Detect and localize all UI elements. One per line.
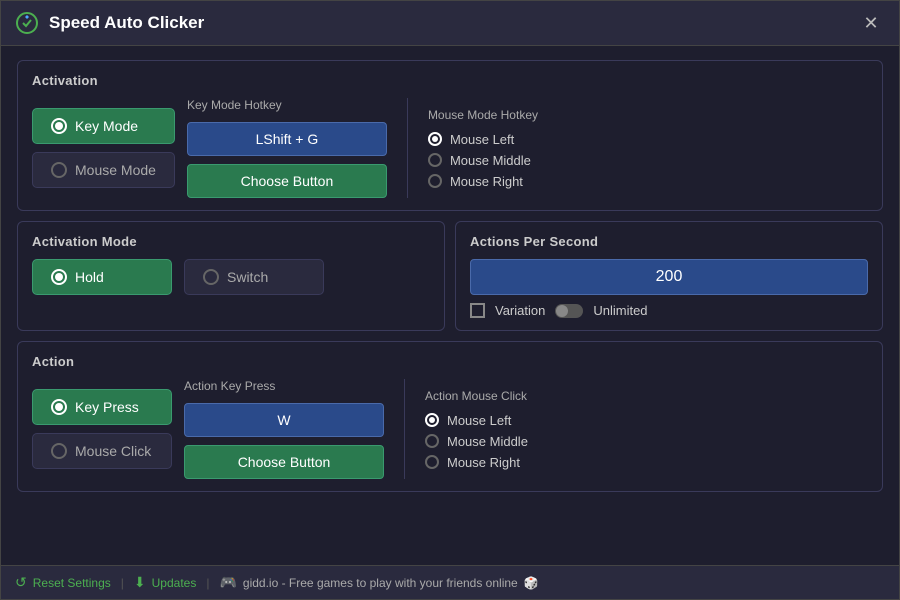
aps-label: Actions Per Second xyxy=(470,234,868,249)
action-row: Key Press Mouse Click Action Key Press W… xyxy=(32,379,868,479)
variation-label: Variation xyxy=(495,303,545,318)
mouse-hotkey-label: Mouse Mode Hotkey xyxy=(428,108,538,122)
aps-group: 200 Variation Unlimited xyxy=(470,259,868,318)
content-area: Activation Key Mode Mouse Mode Key Mode … xyxy=(1,46,899,565)
mouse-middle-option[interactable]: Mouse Middle xyxy=(428,153,538,168)
close-button[interactable]: ✕ xyxy=(857,9,885,37)
app-icon xyxy=(15,11,39,35)
hold-switch-row: Hold Switch xyxy=(32,259,430,295)
activation-row: Key Mode Mouse Mode Key Mode Hotkey LShi… xyxy=(32,98,868,198)
hotkey-choose-button[interactable]: Choose Button xyxy=(187,164,387,198)
activation-mode-section: Activation Mode Hold Switch xyxy=(17,221,445,331)
promo-icon: 🎮 xyxy=(219,574,236,591)
switch-radio xyxy=(203,269,219,285)
reset-icon: ↺ xyxy=(15,574,27,591)
action-mouse-right-radio xyxy=(425,455,439,469)
action-mouse-group: Action Mouse Click Mouse Left Mouse Midd… xyxy=(425,389,528,470)
hotkey-label: Key Mode Hotkey xyxy=(187,98,387,112)
action-mouse-left-label: Mouse Left xyxy=(447,413,511,428)
window-title: Speed Auto Clicker xyxy=(49,13,847,33)
activation-label: Activation xyxy=(32,73,868,88)
key-mode-button[interactable]: Key Mode xyxy=(32,108,175,144)
hold-label: Hold xyxy=(75,269,104,285)
action-section: Action Key Press Mouse Click Action Key … xyxy=(17,341,883,492)
mouse-click-button[interactable]: Mouse Click xyxy=(32,433,172,469)
main-window: Speed Auto Clicker ✕ Activation Key Mode… xyxy=(0,0,900,600)
action-mouse-middle-option[interactable]: Mouse Middle xyxy=(425,434,528,449)
hotkey-group: Key Mode Hotkey LShift + G Choose Button xyxy=(187,98,387,198)
unlimited-toggle[interactable] xyxy=(555,304,583,318)
mouse-mode-label: Mouse Mode xyxy=(75,162,156,178)
mouse-click-label: Mouse Click xyxy=(75,443,151,459)
mouse-right-radio xyxy=(428,174,442,188)
mouse-left-label: Mouse Left xyxy=(450,132,514,147)
action-key-group: Action Key Press W Choose Button xyxy=(184,379,384,479)
mouse-right-label: Mouse Right xyxy=(450,174,523,189)
statusbar: ↺ Reset Settings | ⬇ Updates | 🎮 gidd.io… xyxy=(1,565,899,599)
switch-label: Switch xyxy=(227,269,268,285)
mouse-hotkey-group: Mouse Mode Hotkey Mouse Left Mouse Middl… xyxy=(428,108,538,189)
sep-2: | xyxy=(206,576,209,590)
action-mouse-right-label: Mouse Right xyxy=(447,455,520,470)
sep-1: | xyxy=(121,576,124,590)
action-mouse-middle-label: Mouse Middle xyxy=(447,434,528,449)
key-mode-label: Key Mode xyxy=(75,118,138,134)
action-type-group: Key Press Mouse Click xyxy=(32,389,172,469)
key-mode-radio xyxy=(51,118,67,134)
updates-link[interactable]: Updates xyxy=(152,576,197,590)
activation-mode-group: Key Mode Mouse Mode xyxy=(32,108,175,188)
hold-button[interactable]: Hold xyxy=(32,259,172,295)
mouse-left-radio xyxy=(428,132,442,146)
hold-radio xyxy=(51,269,67,285)
activation-section: Activation Key Mode Mouse Mode Key Mode … xyxy=(17,60,883,211)
middle-row: Activation Mode Hold Switch Actions Per … xyxy=(17,221,883,331)
aps-input[interactable]: 200 xyxy=(470,259,868,295)
action-choose-button[interactable]: Choose Button xyxy=(184,445,384,479)
titlebar: Speed Auto Clicker ✕ xyxy=(1,1,899,46)
mouse-right-option[interactable]: Mouse Right xyxy=(428,174,538,189)
promo-text[interactable]: gidd.io - Free games to play with your f… xyxy=(243,576,518,590)
action-mouse-options: Mouse Left Mouse Middle Mouse Right xyxy=(425,413,528,470)
action-label: Action xyxy=(32,354,868,369)
divider-2 xyxy=(404,379,405,479)
action-mouse-label: Action Mouse Click xyxy=(425,389,528,403)
key-press-button[interactable]: Key Press xyxy=(32,389,172,425)
unlimited-label: Unlimited xyxy=(593,303,647,318)
activation-mode-label: Activation Mode xyxy=(32,234,430,249)
mouse-middle-radio xyxy=(428,153,442,167)
mouse-options: Mouse Left Mouse Middle Mouse Right xyxy=(428,132,538,189)
action-mouse-right-option[interactable]: Mouse Right xyxy=(425,455,528,470)
action-key-label: Action Key Press xyxy=(184,379,384,393)
hotkey-input[interactable]: LShift + G xyxy=(187,122,387,156)
key-press-radio xyxy=(51,399,67,415)
mouse-mode-button[interactable]: Mouse Mode xyxy=(32,152,175,188)
mouse-click-radio xyxy=(51,443,67,459)
action-key-input[interactable]: W xyxy=(184,403,384,437)
mouse-left-option[interactable]: Mouse Left xyxy=(428,132,538,147)
variation-checkbox[interactable] xyxy=(470,303,485,318)
reset-settings-link[interactable]: Reset Settings xyxy=(33,576,111,590)
action-mouse-middle-radio xyxy=(425,434,439,448)
aps-section: Actions Per Second 200 Variation Unlimit… xyxy=(455,221,883,331)
key-press-label: Key Press xyxy=(75,399,139,415)
mouse-middle-label: Mouse Middle xyxy=(450,153,531,168)
action-mouse-left-radio xyxy=(425,413,439,427)
aps-options-row: Variation Unlimited xyxy=(470,303,868,318)
promo-dice: 🎲 xyxy=(524,576,539,590)
mouse-mode-radio xyxy=(51,162,67,178)
divider-1 xyxy=(407,98,408,198)
switch-button[interactable]: Switch xyxy=(184,259,324,295)
updates-icon: ⬇ xyxy=(134,574,146,591)
action-mouse-left-option[interactable]: Mouse Left xyxy=(425,413,528,428)
